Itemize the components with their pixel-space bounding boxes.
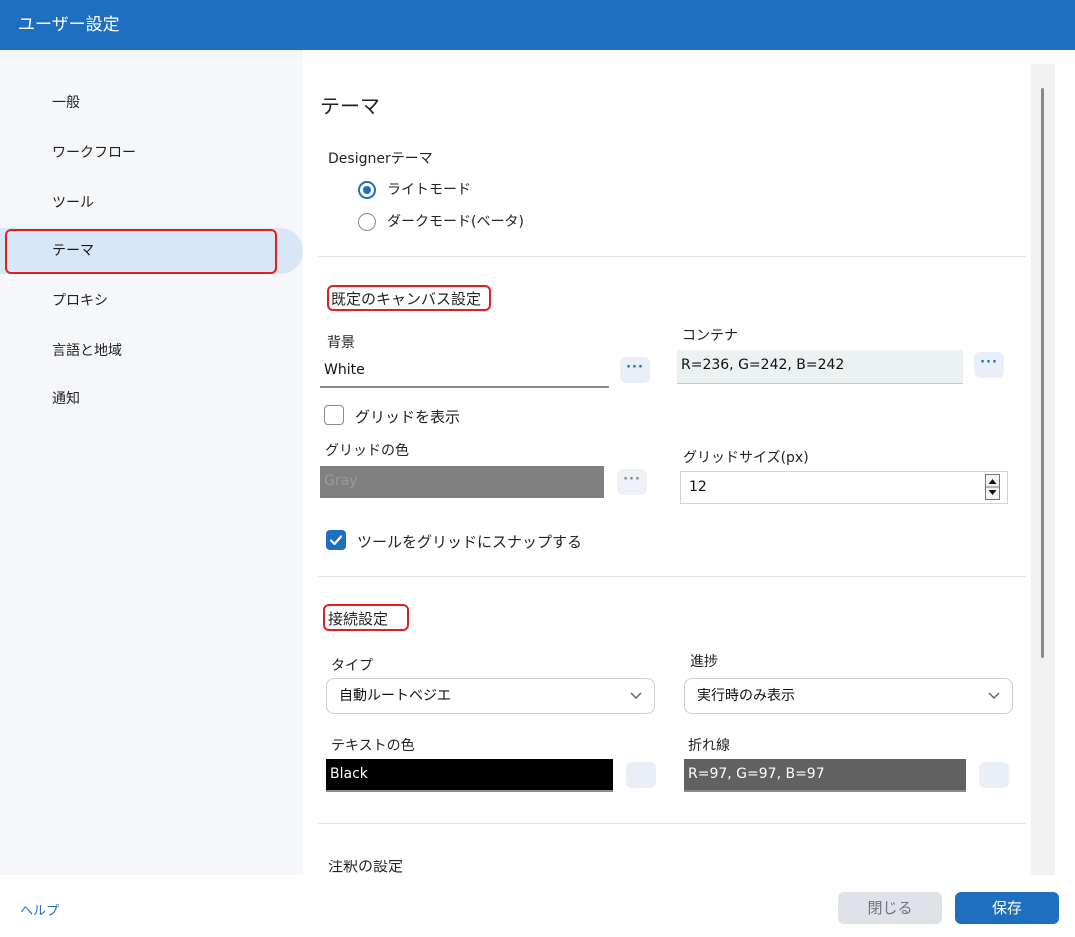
checkmark-icon	[329, 535, 343, 546]
section-divider	[318, 576, 1026, 577]
polyline-label: 折れ線	[688, 738, 730, 754]
grid-size-stepper[interactable]	[985, 474, 1000, 500]
close-button[interactable]: 閉じる	[838, 892, 942, 924]
content-scrollbar-thumb[interactable]	[1041, 88, 1044, 658]
grid-size-label: グリッドサイズ(px)	[683, 450, 809, 466]
sidebar-item-label: プロキシ	[52, 293, 108, 309]
sidebar-item-label: 言語と地域	[52, 343, 122, 359]
grid-color-picker-button: ···	[617, 469, 647, 495]
container-color-picker-button[interactable]: ···	[974, 352, 1004, 378]
polyline-color-field[interactable]: R=97, G=97, B=97	[684, 759, 966, 792]
page-title: テーマ	[320, 94, 380, 118]
grid-color-label: グリッドの色	[325, 443, 409, 459]
sidebar-item-notifications[interactable]: 通知	[0, 376, 303, 422]
connection-type-select[interactable]: 自動ルートベジエ	[326, 678, 655, 714]
annotation-section-title: 注釈の設定	[328, 860, 404, 875]
chevron-down-icon	[630, 692, 642, 700]
snap-to-grid-checkbox[interactable]	[326, 530, 346, 550]
snap-to-grid-label[interactable]: ツールをグリッドにスナップする	[357, 531, 582, 552]
progress-value: 実行時のみ表示	[697, 688, 795, 704]
radio-light-mode[interactable]	[358, 181, 376, 199]
text-color-picker-button[interactable]	[626, 762, 656, 788]
radio-dark-mode-label[interactable]: ダークモード(ベータ)	[387, 211, 524, 231]
grid-size-value: 12	[689, 479, 707, 495]
section-divider	[318, 256, 1026, 257]
progress-label: 進捗	[690, 654, 718, 670]
dialog-footer: ヘルプ 閉じる 保存	[0, 875, 1075, 937]
settings-sidebar: 一般 ワークフロー ツール テーマ プロキシ 言語と地域 通知	[0, 50, 303, 875]
text-color-label: テキストの色	[331, 738, 415, 754]
sidebar-item-label: ワークフロー	[52, 145, 136, 161]
sidebar-item-workflow[interactable]: ワークフロー	[0, 130, 303, 176]
window-title-bar: ユーザー設定	[0, 0, 1075, 50]
connection-type-value: 自動ルートベジエ	[339, 688, 451, 704]
connection-section-highlight	[323, 604, 409, 631]
background-color-picker-button[interactable]: ···	[620, 357, 650, 383]
grid-color-field: Gray	[320, 466, 604, 498]
text-color-field[interactable]: Black	[326, 759, 613, 792]
annotation-section-peek: 注釈の設定	[320, 860, 1020, 875]
show-grid-checkbox[interactable]	[324, 405, 344, 425]
sidebar-item-proxy[interactable]: プロキシ	[0, 278, 303, 324]
designer-theme-label: Designerテーマ	[328, 151, 433, 167]
sidebar-item-label: ツール	[52, 195, 94, 211]
grid-size-input[interactable]: 12	[680, 471, 1008, 504]
canvas-section-highlight	[327, 285, 491, 311]
container-color-field[interactable]: R=236, G=242, B=242	[677, 350, 963, 384]
window-title: ユーザー設定	[18, 15, 120, 35]
radio-dark-mode[interactable]	[358, 213, 376, 231]
help-link[interactable]: ヘルプ	[20, 900, 59, 919]
sidebar-item-general[interactable]: 一般	[0, 80, 303, 126]
progress-select[interactable]: 実行時のみ表示	[684, 678, 1013, 714]
show-grid-label[interactable]: グリッドを表示	[355, 406, 460, 427]
sidebar-item-language-region[interactable]: 言語と地域	[0, 328, 303, 374]
background-color-field[interactable]: White	[320, 355, 609, 388]
radio-light-mode-label[interactable]: ライトモード	[387, 179, 471, 199]
container-label: コンテナ	[682, 328, 738, 344]
polyline-color-picker-button[interactable]	[979, 762, 1009, 788]
connection-type-label: タイプ	[331, 658, 373, 674]
sidebar-item-label: 通知	[52, 391, 80, 407]
background-label: 背景	[327, 335, 355, 351]
sidebar-item-tools[interactable]: ツール	[0, 180, 303, 226]
active-item-highlight	[5, 229, 277, 274]
section-divider	[318, 823, 1026, 824]
stepper-arrows-icon	[986, 479, 999, 495]
save-button[interactable]: 保存	[955, 892, 1059, 924]
chevron-down-icon	[988, 692, 1000, 700]
sidebar-item-label: 一般	[52, 95, 80, 111]
